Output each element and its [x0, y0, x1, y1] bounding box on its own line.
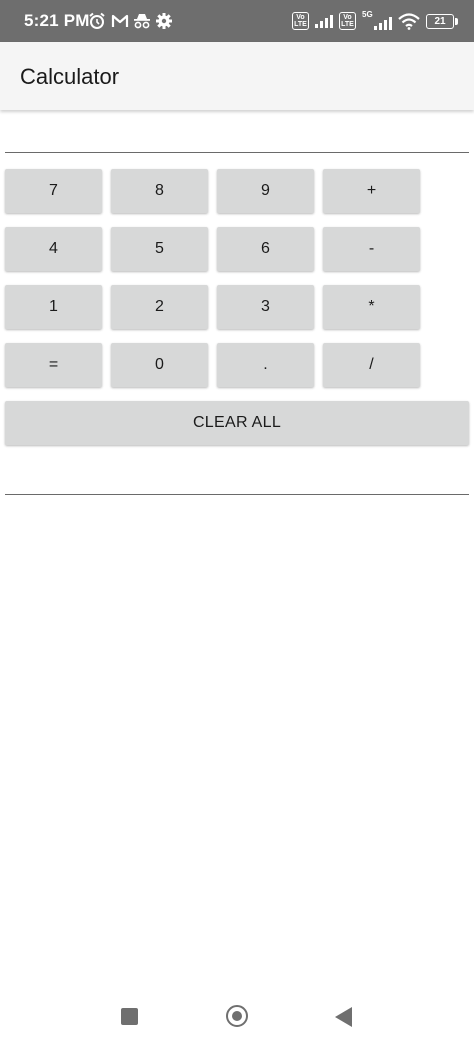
app-title: Calculator: [20, 64, 120, 89]
status-bar: 5:21 PM Vo LTE Vo LTE 5G 21: [0, 0, 474, 42]
key-7[interactable]: 7: [5, 169, 102, 213]
volte-badge-2: Vo LTE: [339, 12, 356, 30]
recents-square-icon[interactable]: [121, 1008, 138, 1025]
signal-5g-icon: 5G: [362, 10, 392, 30]
wifi-icon: [398, 12, 420, 30]
key-5[interactable]: 5: [111, 227, 208, 271]
key-6[interactable]: 6: [217, 227, 314, 271]
key-1[interactable]: 1: [5, 285, 102, 329]
back-triangle-icon[interactable]: [335, 1007, 352, 1027]
key-plus[interactable]: +: [323, 169, 420, 213]
key-2[interactable]: 2: [111, 285, 208, 329]
alarm-icon: [89, 12, 105, 29]
battery-level: 21: [434, 15, 446, 27]
key-equals[interactable]: =: [5, 343, 102, 387]
incognito-icon: [134, 14, 150, 29]
signal-icon: [315, 14, 333, 28]
key-multiply[interactable]: *: [323, 285, 420, 329]
system-nav-bar: [0, 993, 474, 1053]
app-bar: Calculator: [0, 42, 474, 110]
home-circle-icon[interactable]: [226, 1005, 248, 1027]
clear-all-button[interactable]: CLEAR ALL: [5, 401, 469, 445]
battery-icon: 21: [426, 13, 458, 29]
result-field[interactable]: [5, 466, 469, 495]
settings-gear-icon: [156, 13, 172, 29]
key-9[interactable]: 9: [217, 169, 314, 213]
status-time: 5:21 PM: [24, 11, 90, 30]
key-decimal[interactable]: .: [217, 343, 314, 387]
network-type: 5G: [362, 10, 373, 19]
key-divide[interactable]: /: [323, 343, 420, 387]
expression-input[interactable]: [5, 124, 469, 153]
volte-badge: Vo LTE: [292, 12, 309, 30]
gmail-icon: [111, 14, 129, 27]
key-3[interactable]: 3: [217, 285, 314, 329]
key-4[interactable]: 4: [5, 227, 102, 271]
key-0[interactable]: 0: [111, 343, 208, 387]
key-8[interactable]: 8: [111, 169, 208, 213]
key-minus[interactable]: -: [323, 227, 420, 271]
